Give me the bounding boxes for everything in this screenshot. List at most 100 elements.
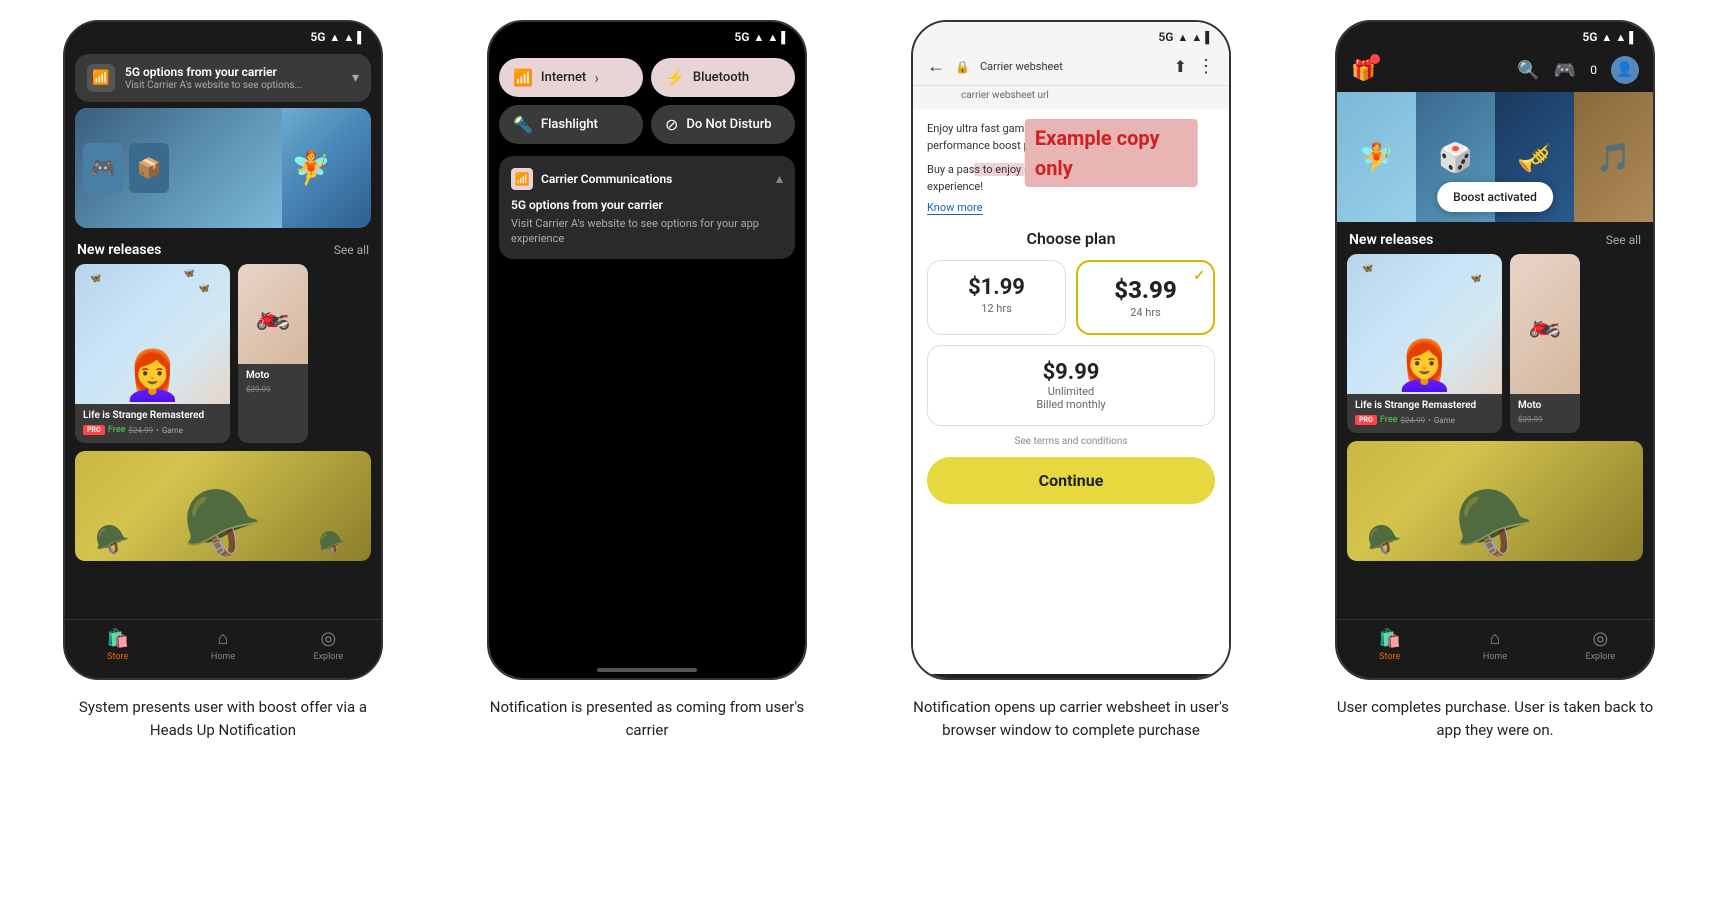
heads-up-notification[interactable]: 📶 5G options from your carrier Visit Car… [75, 54, 371, 102]
user-avatar[interactable]: 👤 [1611, 56, 1639, 84]
signal-icon-2: ▲ [753, 31, 764, 44]
nav-explore-1[interactable]: ◎ Explore [276, 628, 381, 662]
wifi-icon-4: ▲ [1615, 31, 1626, 44]
notif-title-1: 5G options from your carrier [125, 65, 342, 79]
game-card-lis-4[interactable]: 🦋 🦋 👩‍🦰 Life is Strange Remastered PRO F… [1347, 254, 1502, 433]
carrier-notification[interactable]: 📶 Carrier Communications ▴ 5G options fr… [499, 156, 795, 259]
butterfly-3: 🦋 [184, 269, 195, 279]
choose-plan-title: Choose plan [927, 229, 1215, 248]
bluetooth-toggle[interactable]: ⚡ Bluetooth [651, 58, 795, 97]
boost-activated-toast: Boost activated [1437, 182, 1553, 212]
battery-icon-1: ▌ [357, 31, 365, 44]
game-card-moto-4[interactable]: 🏍️ Moto $39.99 [1510, 254, 1580, 433]
flashlight-icon: 🔦 [513, 115, 533, 134]
carrier-name: Carrier Communications [541, 172, 768, 186]
new-releases-title-4: New releases [1349, 232, 1433, 248]
lis-info-4: Life is Strange Remastered PRO Free $24.… [1347, 394, 1502, 433]
more-button[interactable]: ⋮ [1197, 56, 1215, 77]
dot-1: • [156, 426, 159, 435]
gift-container: 🎁 [1351, 58, 1376, 82]
gift-badge [1370, 54, 1380, 64]
moto-meta-1: $39.99 [246, 385, 300, 394]
plan-1-card[interactable]: $1.99 12 hrs [927, 260, 1066, 335]
flashlight-toggle[interactable]: 🔦 Flashlight [499, 105, 643, 144]
terms-link[interactable]: See terms and conditions [927, 436, 1215, 447]
nav-store-1[interactable]: 🛍️ Store [65, 628, 170, 662]
notif-text-1: 5G options from your carrier Visit Carri… [125, 65, 342, 92]
home-icon-1: ⌂ [218, 628, 229, 649]
home-label-4: Home [1483, 652, 1507, 662]
battery-icon-4: ▌ [1629, 31, 1637, 44]
carrier-notif-header: 📶 Carrier Communications ▴ [511, 168, 783, 190]
new-releases-title-1: New releases [77, 242, 161, 258]
soldier-icon-1: 🪖 [183, 485, 264, 561]
lis-meta-1: PRO Free $24.99 • Game [83, 425, 222, 435]
plan3-billed: Billed monthly [940, 398, 1202, 411]
free-label-4: Free [1380, 415, 1398, 425]
websheet-header: ← 🔒 Carrier websheet ⬆ ⋮ [913, 48, 1229, 86]
pro-badge-4: PRO [1355, 415, 1377, 425]
continue-button[interactable]: Continue [927, 457, 1215, 504]
big-game-banner-1[interactable]: 🪖 🪖 🪖 [75, 451, 371, 561]
pro-badge-1: PRO [83, 425, 105, 435]
plan-3-card[interactable]: $9.99 Unlimited Billed monthly [927, 345, 1215, 426]
plan2-price: $3.99 [1090, 276, 1201, 304]
lis-thumbnail-1: 🦋 🦋 🦋 👩‍🦰 [75, 264, 230, 404]
5g-indicator-3: 5G [1158, 30, 1173, 44]
nav-home-1[interactable]: ⌂ Home [170, 628, 275, 662]
game-card-moto-1[interactable]: 🏍️ Moto $39.99 [238, 264, 308, 443]
nav-home-4[interactable]: ⌂ Home [1442, 628, 1547, 662]
see-all-link-4[interactable]: See all [1606, 233, 1641, 247]
nav-store-4[interactable]: 🛍️ Store [1337, 628, 1442, 662]
soldier-2-icon-1: 🪖 [95, 523, 130, 556]
phone3: 5G ▲ ▲ ▌ ← 🔒 Carrier websheet ⬆ ⋮ c [911, 20, 1231, 680]
moto-info-4: Moto $39.99 [1510, 394, 1580, 432]
caption-3: Notification opens up carrier websheet i… [911, 696, 1231, 741]
explore-icon-4: ◎ [1592, 628, 1608, 649]
store-screen-after-purchase: 5G ▲ ▲ ▌ 🎁 🔍 🎮 0 [1337, 22, 1653, 678]
notification-panel-screen: 5G ▲ ▲ ▌ 📶 Internet › [489, 22, 805, 678]
nav-explore-4[interactable]: ◎ Explore [1548, 628, 1653, 662]
status-bar-2: 5G ▲ ▲ ▌ [489, 22, 805, 48]
phone4: 5G ▲ ▲ ▌ 🎁 🔍 🎮 0 [1335, 20, 1655, 680]
game-card-lis-1[interactable]: 🦋 🦋 🦋 👩‍🦰 Life is Strange Remastered PRO… [75, 264, 230, 443]
status-icons-4: ▲ ▲ ▌ [1601, 31, 1637, 44]
lis-char-4: 👩‍🦰 [1395, 337, 1455, 394]
lis-meta-4: PRO Free $24.99 • Game [1355, 415, 1494, 425]
bottom-nav-1: 🛍️ Store ⌂ Home ◎ Explore [65, 619, 381, 678]
hero-thumb-4: 🎵 [1574, 92, 1653, 222]
caption-1: System presents user with boost offer vi… [63, 696, 383, 741]
dot-4: • [1428, 416, 1431, 425]
moto-char-4: 🏍️ [1529, 309, 1561, 339]
moto-title-1: Moto [246, 370, 300, 382]
divider-bottom-3 [913, 674, 1229, 678]
carrier-icon: 📶 [511, 168, 533, 190]
caption-2: Notification is presented as coming from… [487, 696, 807, 741]
see-all-link-1[interactable]: See all [334, 243, 369, 257]
category-4: Game [1434, 416, 1455, 425]
know-more-link[interactable]: Know more [927, 201, 983, 215]
websheet-content: Enjoy ultra fast gaming on the go with M… [913, 109, 1229, 522]
internet-toggle[interactable]: 📶 Internet › [499, 58, 643, 97]
plan-2-card[interactable]: ✓ $3.99 24 hrs [1076, 260, 1215, 335]
butterfly-4a: 🦋 [1362, 264, 1373, 274]
lock-icon: 🔒 [955, 60, 970, 74]
status-bar-1: 5G ▲ ▲ ▌ [65, 22, 381, 48]
moto-thumbnail-4: 🏍️ [1510, 254, 1580, 394]
example-copy-overlay: Example copy only [1025, 119, 1198, 187]
internet-label: Internet [541, 70, 586, 85]
dnd-toggle[interactable]: ⊘ Do Not Disturb [651, 105, 795, 144]
phone2-column: 5G ▲ ▲ ▌ 📶 Internet › [444, 20, 850, 741]
back-button[interactable]: ← [927, 56, 945, 77]
game-row-1: 🦋 🦋 🦋 👩‍🦰 Life is Strange Remastered PRO… [65, 264, 381, 443]
big-game-banner-4[interactable]: 🪖 🪖 [1347, 441, 1643, 561]
plan2-duration: 24 hrs [1090, 306, 1201, 319]
bottom-nav-4: 🛍️ Store ⌂ Home ◎ Explore [1337, 619, 1653, 678]
battery-icon-2: ▌ [781, 31, 789, 44]
share-button[interactable]: ⬆ [1174, 57, 1187, 76]
search-icon[interactable]: 🔍 [1517, 60, 1539, 81]
header-icons-4: 🔍 🎮 0 👤 [1517, 56, 1639, 84]
main-container: 5G ▲ ▲ ▌ 📶 5G options from your carrier … [20, 20, 1698, 741]
plan2-check-icon: ✓ [1193, 268, 1205, 284]
controller-icon[interactable]: 🎮 [1554, 60, 1576, 81]
